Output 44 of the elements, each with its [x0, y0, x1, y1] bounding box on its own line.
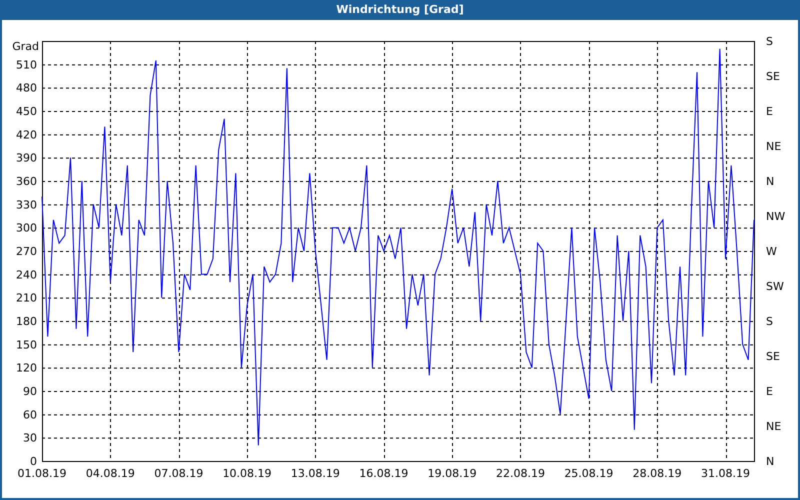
compass-label: E — [766, 105, 773, 118]
x-tick-label: 10.08.19 — [222, 467, 272, 480]
compass-label: S — [766, 315, 773, 328]
y-tick-label: 510 — [16, 58, 37, 72]
x-tick-label: 19.08.19 — [428, 467, 477, 480]
y-tick-label: 480 — [16, 82, 37, 95]
y-tick-label: 180 — [16, 315, 37, 328]
y-tick-label: 210 — [16, 292, 37, 305]
x-tick-label: 04.08.19 — [86, 467, 135, 480]
x-tick-label: 13.08.19 — [290, 467, 340, 480]
compass-label: NE — [766, 420, 782, 433]
y-tick-label: 60 — [23, 408, 37, 422]
y-tick-label: 240 — [16, 268, 37, 282]
x-tick-label: 28.08.19 — [632, 467, 682, 480]
compass-label: NW — [766, 210, 786, 223]
x-tick-label: 01.08.19 — [18, 467, 66, 480]
y-tick-label: 150 — [16, 338, 37, 352]
y-tick-label: 330 — [16, 198, 37, 212]
compass-label: SW — [766, 280, 784, 293]
compass-label: NE — [766, 140, 782, 153]
window-title: Windrichtung [Grad] — [335, 2, 465, 18]
compass-label: S — [766, 35, 773, 48]
compass-label: SE — [766, 350, 780, 363]
compass-label: E — [766, 385, 773, 398]
y-tick-label: 390 — [16, 152, 37, 165]
x-tick-label: 25.08.19 — [564, 467, 614, 480]
x-tick-label: 31.08.19 — [701, 467, 750, 480]
x-tick-label: 16.08.19 — [359, 467, 408, 480]
y-tick-label: 90 — [23, 385, 37, 398]
compass-label: N — [766, 455, 774, 468]
y-tick-label: 120 — [16, 362, 37, 375]
y-tick-label: 30 — [23, 432, 37, 445]
y-tick-label: 420 — [16, 128, 37, 142]
y-tick-label: 0 — [30, 455, 37, 468]
y-tick-label: 360 — [16, 175, 37, 188]
y-tick-label: 450 — [16, 105, 37, 118]
axis-title: Grad — [12, 40, 39, 53]
compass-label: W — [766, 245, 777, 258]
compass-label: SE — [766, 70, 780, 83]
x-tick-label: 22.08.19 — [496, 467, 545, 480]
y-tick-label: 300 — [16, 222, 37, 235]
y-tick-label: 270 — [16, 245, 37, 258]
x-tick-label: 07.08.19 — [154, 467, 204, 480]
compass-label: N — [766, 175, 774, 188]
